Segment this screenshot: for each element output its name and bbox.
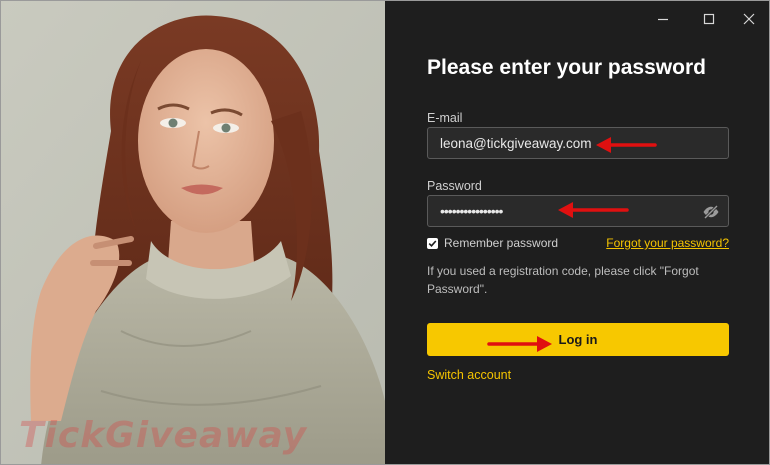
page-title: Please enter your password	[427, 56, 706, 79]
portrait-photo: TickGiveaway	[1, 1, 385, 464]
login-panel: Please enter your password E-mail Passwo…	[385, 1, 769, 464]
close-button[interactable]	[729, 5, 769, 33]
password-field-container	[427, 195, 729, 227]
close-icon	[743, 13, 755, 25]
minimize-button[interactable]	[643, 5, 683, 33]
maximize-button[interactable]	[689, 5, 729, 33]
switch-account-link[interactable]: Switch account	[427, 368, 511, 382]
eye-slash-icon[interactable]	[702, 203, 720, 221]
email-label: E-mail	[427, 111, 463, 125]
password-field[interactable]	[440, 203, 716, 219]
login-window: TickGiveaway Please enter your password …	[0, 0, 770, 465]
email-field-container	[427, 127, 729, 159]
checkbox-checked-icon	[427, 237, 438, 249]
watermark-text: TickGiveaway	[19, 415, 308, 456]
password-label: Password	[427, 179, 482, 193]
remember-password-label: Remember password	[444, 236, 559, 250]
login-button[interactable]: Log in	[427, 323, 729, 356]
maximize-icon	[703, 13, 715, 25]
remember-password-checkbox[interactable]: Remember password	[427, 236, 558, 250]
forgot-password-link[interactable]: Forgot your password?	[606, 236, 729, 250]
minimize-icon	[658, 18, 668, 21]
registration-code-info: If you used a registration code, please …	[427, 264, 699, 296]
email-field[interactable]	[440, 135, 716, 151]
